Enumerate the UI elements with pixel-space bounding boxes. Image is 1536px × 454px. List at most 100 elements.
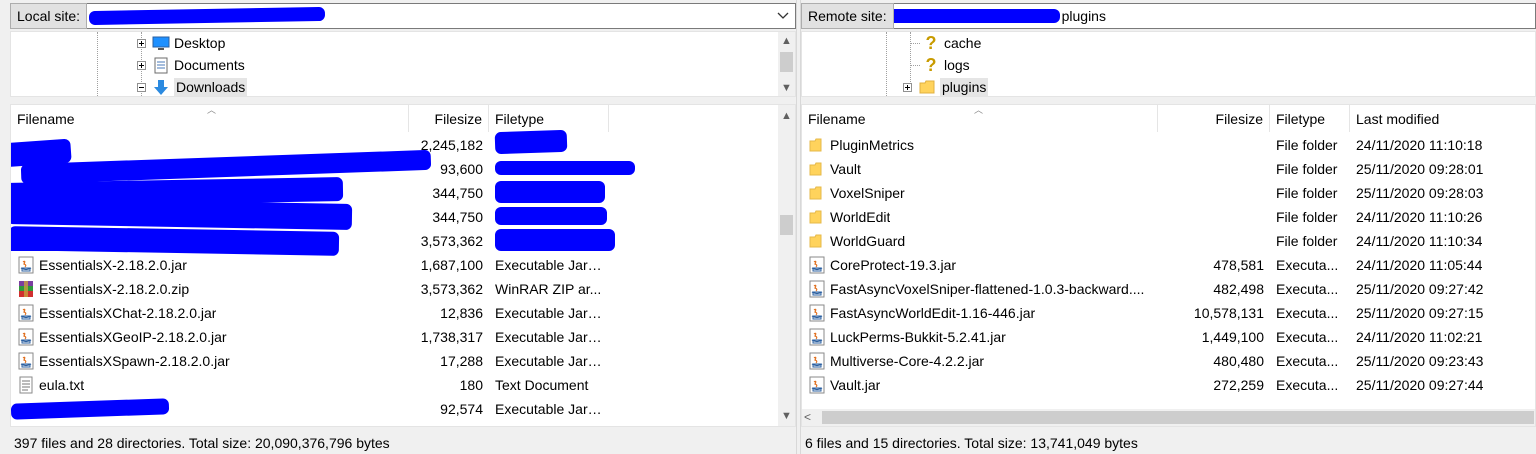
scroll-thumb[interactable] bbox=[822, 411, 1534, 424]
column-last-modified[interactable]: Last modified bbox=[1350, 105, 1535, 132]
scroll-left-icon[interactable]: < bbox=[804, 410, 818, 425]
column-filename[interactable]: Filename ︿ bbox=[802, 105, 1158, 132]
remote-list-header: Filename ︿ Filesize Filetype Last modifi… bbox=[802, 105, 1535, 132]
column-filename[interactable]: Filename ︿ bbox=[11, 105, 409, 132]
remote-site-path-text: plugins bbox=[1061, 8, 1106, 24]
table-row[interactable]: FastAsyncWorldEdit-1.16-446.jar 10,578,13… bbox=[802, 301, 1535, 325]
cell-type: Executa... bbox=[1276, 353, 1339, 369]
table-row[interactable]: eula.txt 180 Text Document bbox=[11, 373, 795, 397]
remote-rows: PluginMetrics File folder 24/11/2020 11:10… bbox=[802, 133, 1535, 397]
table-row[interactable]: EssentialsX-2.18.2.0.zip 3,573,362 WinRAR … bbox=[11, 277, 795, 301]
column-label: Filename bbox=[808, 110, 866, 127]
local-status-bar: 397 files and 28 directories. Total size… bbox=[14, 434, 390, 451]
cell-modified: 25/11/2020 09:28:01 bbox=[1356, 161, 1484, 177]
cell-size: 344,750 bbox=[432, 185, 483, 201]
expand-icon[interactable] bbox=[903, 82, 912, 92]
tree-item-plugins[interactable]: plugins bbox=[903, 76, 989, 96]
cell-type: Executable Jar ... bbox=[495, 257, 604, 273]
tree-item-logs[interactable]: ? logs bbox=[922, 54, 970, 76]
table-row[interactable]: VoxelSniper File folder 25/11/2020 09:28:0… bbox=[802, 181, 1535, 205]
file-name: EssentialsXChat-2.18.2.0.jar bbox=[39, 305, 217, 321]
cell-size: 482,498 bbox=[1213, 281, 1264, 297]
column-filesize[interactable]: Filesize bbox=[409, 105, 489, 132]
cell-size: 17,288 bbox=[440, 353, 483, 369]
remote-pane: Remote site: plugins ? cache ? logs plug… bbox=[801, 0, 1536, 454]
cell-size: 1,449,100 bbox=[1201, 329, 1264, 345]
scroll-thumb[interactable] bbox=[780, 215, 793, 235]
remote-site-path-input[interactable]: plugins bbox=[893, 3, 1536, 29]
expand-icon[interactable] bbox=[137, 38, 146, 48]
remote-list-hscrollbar[interactable]: < bbox=[802, 409, 1535, 426]
table-row[interactable]: CoreProtect-19.3.jar 478,581 Executa... 24/… bbox=[802, 253, 1535, 277]
table-row[interactable]: EssentialsXChat-2.18.2.0.jar 12,836 Execut… bbox=[11, 301, 795, 325]
scroll-up-icon[interactable]: ▲ bbox=[778, 32, 795, 49]
local-site-path-input[interactable] bbox=[87, 3, 796, 29]
tree-item-label: Documents bbox=[174, 57, 245, 73]
tree-guide-line bbox=[97, 32, 98, 96]
file-name: Vault.jar bbox=[830, 377, 881, 393]
table-row[interactable]: PluginMetrics File folder 24/11/2020 11:10… bbox=[802, 133, 1535, 157]
table-row[interactable]: Multiverse-Core-4.2.2.jar 480,480 Executa.… bbox=[802, 349, 1535, 373]
collapse-icon[interactable] bbox=[137, 82, 146, 92]
column-filesize[interactable]: Filesize bbox=[1158, 105, 1270, 132]
file-name: FastAsyncVoxelSniper-flattened-1.0.3-bac… bbox=[830, 281, 1145, 297]
scroll-thumb[interactable] bbox=[780, 52, 793, 72]
cell-modified: 25/11/2020 09:27:44 bbox=[1356, 377, 1484, 393]
cell-type: File folder bbox=[1276, 233, 1338, 249]
cell-type: Executa... bbox=[1276, 281, 1339, 297]
cell-modified: 25/11/2020 09:23:43 bbox=[1356, 353, 1484, 369]
tree-item-label: logs bbox=[944, 57, 970, 73]
folder-icon bbox=[808, 232, 826, 250]
cell-size: 480,480 bbox=[1213, 353, 1264, 369]
local-directory-tree: Desktop Documents Downloads ▲ ▼ bbox=[10, 31, 796, 97]
table-row[interactable]: WorldGuard File folder 24/11/2020 11:10:34 bbox=[802, 229, 1535, 253]
table-row[interactable]: Vault.jar 272,259 Executa... 25/11/2020 09:… bbox=[802, 373, 1535, 397]
scroll-down-icon[interactable]: ▼ bbox=[778, 407, 795, 424]
redaction-mark bbox=[494, 129, 568, 155]
text-file-icon bbox=[17, 376, 35, 394]
expand-icon[interactable] bbox=[137, 60, 146, 70]
file-name: VoxelSniper bbox=[830, 185, 905, 201]
file-name: EssentialsXGeoIP-2.18.2.0.jar bbox=[39, 329, 227, 345]
tree-guide-line bbox=[910, 65, 920, 66]
scroll-down-icon[interactable]: ▼ bbox=[778, 79, 795, 96]
tree-item-cache[interactable]: ? cache bbox=[922, 32, 982, 54]
cell-type: Executable Jar ... bbox=[495, 353, 604, 369]
cell-modified: 24/11/2020 11:10:26 bbox=[1356, 209, 1483, 225]
question-icon: ? bbox=[925, 32, 937, 53]
tree-item-documents[interactable]: Documents bbox=[137, 54, 245, 76]
jar-icon bbox=[808, 376, 826, 394]
cell-name: WorldGuard bbox=[802, 232, 1158, 250]
column-filetype[interactable]: Filetype bbox=[1270, 105, 1350, 132]
tree-item-desktop[interactable]: Desktop bbox=[137, 32, 225, 54]
column-filetype[interactable]: Filetype bbox=[489, 105, 609, 132]
table-row[interactable]: EssentialsX-2.18.2.0.jar 1,687,100 Executa… bbox=[11, 253, 795, 277]
local-list-scrollbar[interactable]: ▲ ▼ bbox=[778, 105, 795, 426]
table-row[interactable]: WorldEdit File folder 24/11/2020 11:10:26 bbox=[802, 205, 1535, 229]
chevron-down-icon[interactable] bbox=[777, 9, 789, 23]
jar-icon bbox=[17, 328, 35, 346]
cell-name: VoxelSniper bbox=[802, 184, 1158, 202]
cell-modified: 24/11/2020 11:10:18 bbox=[1356, 137, 1483, 153]
cell-size: 3,573,362 bbox=[420, 233, 483, 249]
file-name: eula.txt bbox=[39, 377, 85, 393]
cell-type: File folder bbox=[1276, 137, 1338, 153]
cell-type: Executa... bbox=[1276, 329, 1339, 345]
table-row[interactable]: EssentialsXGeoIP-2.18.2.0.jar 1,738,317 Ex… bbox=[11, 325, 795, 349]
jar-icon bbox=[17, 304, 35, 322]
table-row[interactable]: EssentialsXSpawn-2.18.2.0.jar 17,288 Execu… bbox=[11, 349, 795, 373]
table-row[interactable]: LuckPerms-Bukkit-5.2.41.jar 1,449,100 Exec… bbox=[802, 325, 1535, 349]
local-tree-scrollbar[interactable]: ▲ ▼ bbox=[778, 32, 795, 96]
column-label: Filetype bbox=[1276, 110, 1326, 127]
table-row[interactable]: FastAsyncVoxelSniper-flattened-1.0.3-bac… bbox=[802, 277, 1535, 301]
documents-icon bbox=[152, 57, 170, 73]
table-row[interactable]: Vault File folder 25/11/2020 09:28:01 bbox=[802, 157, 1535, 181]
cell-size: 92,574 bbox=[440, 401, 483, 417]
redaction-mark bbox=[495, 161, 635, 175]
folder-icon bbox=[808, 208, 826, 226]
tree-item-downloads[interactable]: Downloads bbox=[137, 76, 248, 96]
cell-modified: 24/11/2020 11:02:21 bbox=[1356, 329, 1483, 345]
file-name: Vault bbox=[830, 161, 861, 177]
scroll-up-icon[interactable]: ▲ bbox=[778, 107, 795, 124]
cell-type: WinRAR ZIP ar... bbox=[495, 281, 602, 297]
